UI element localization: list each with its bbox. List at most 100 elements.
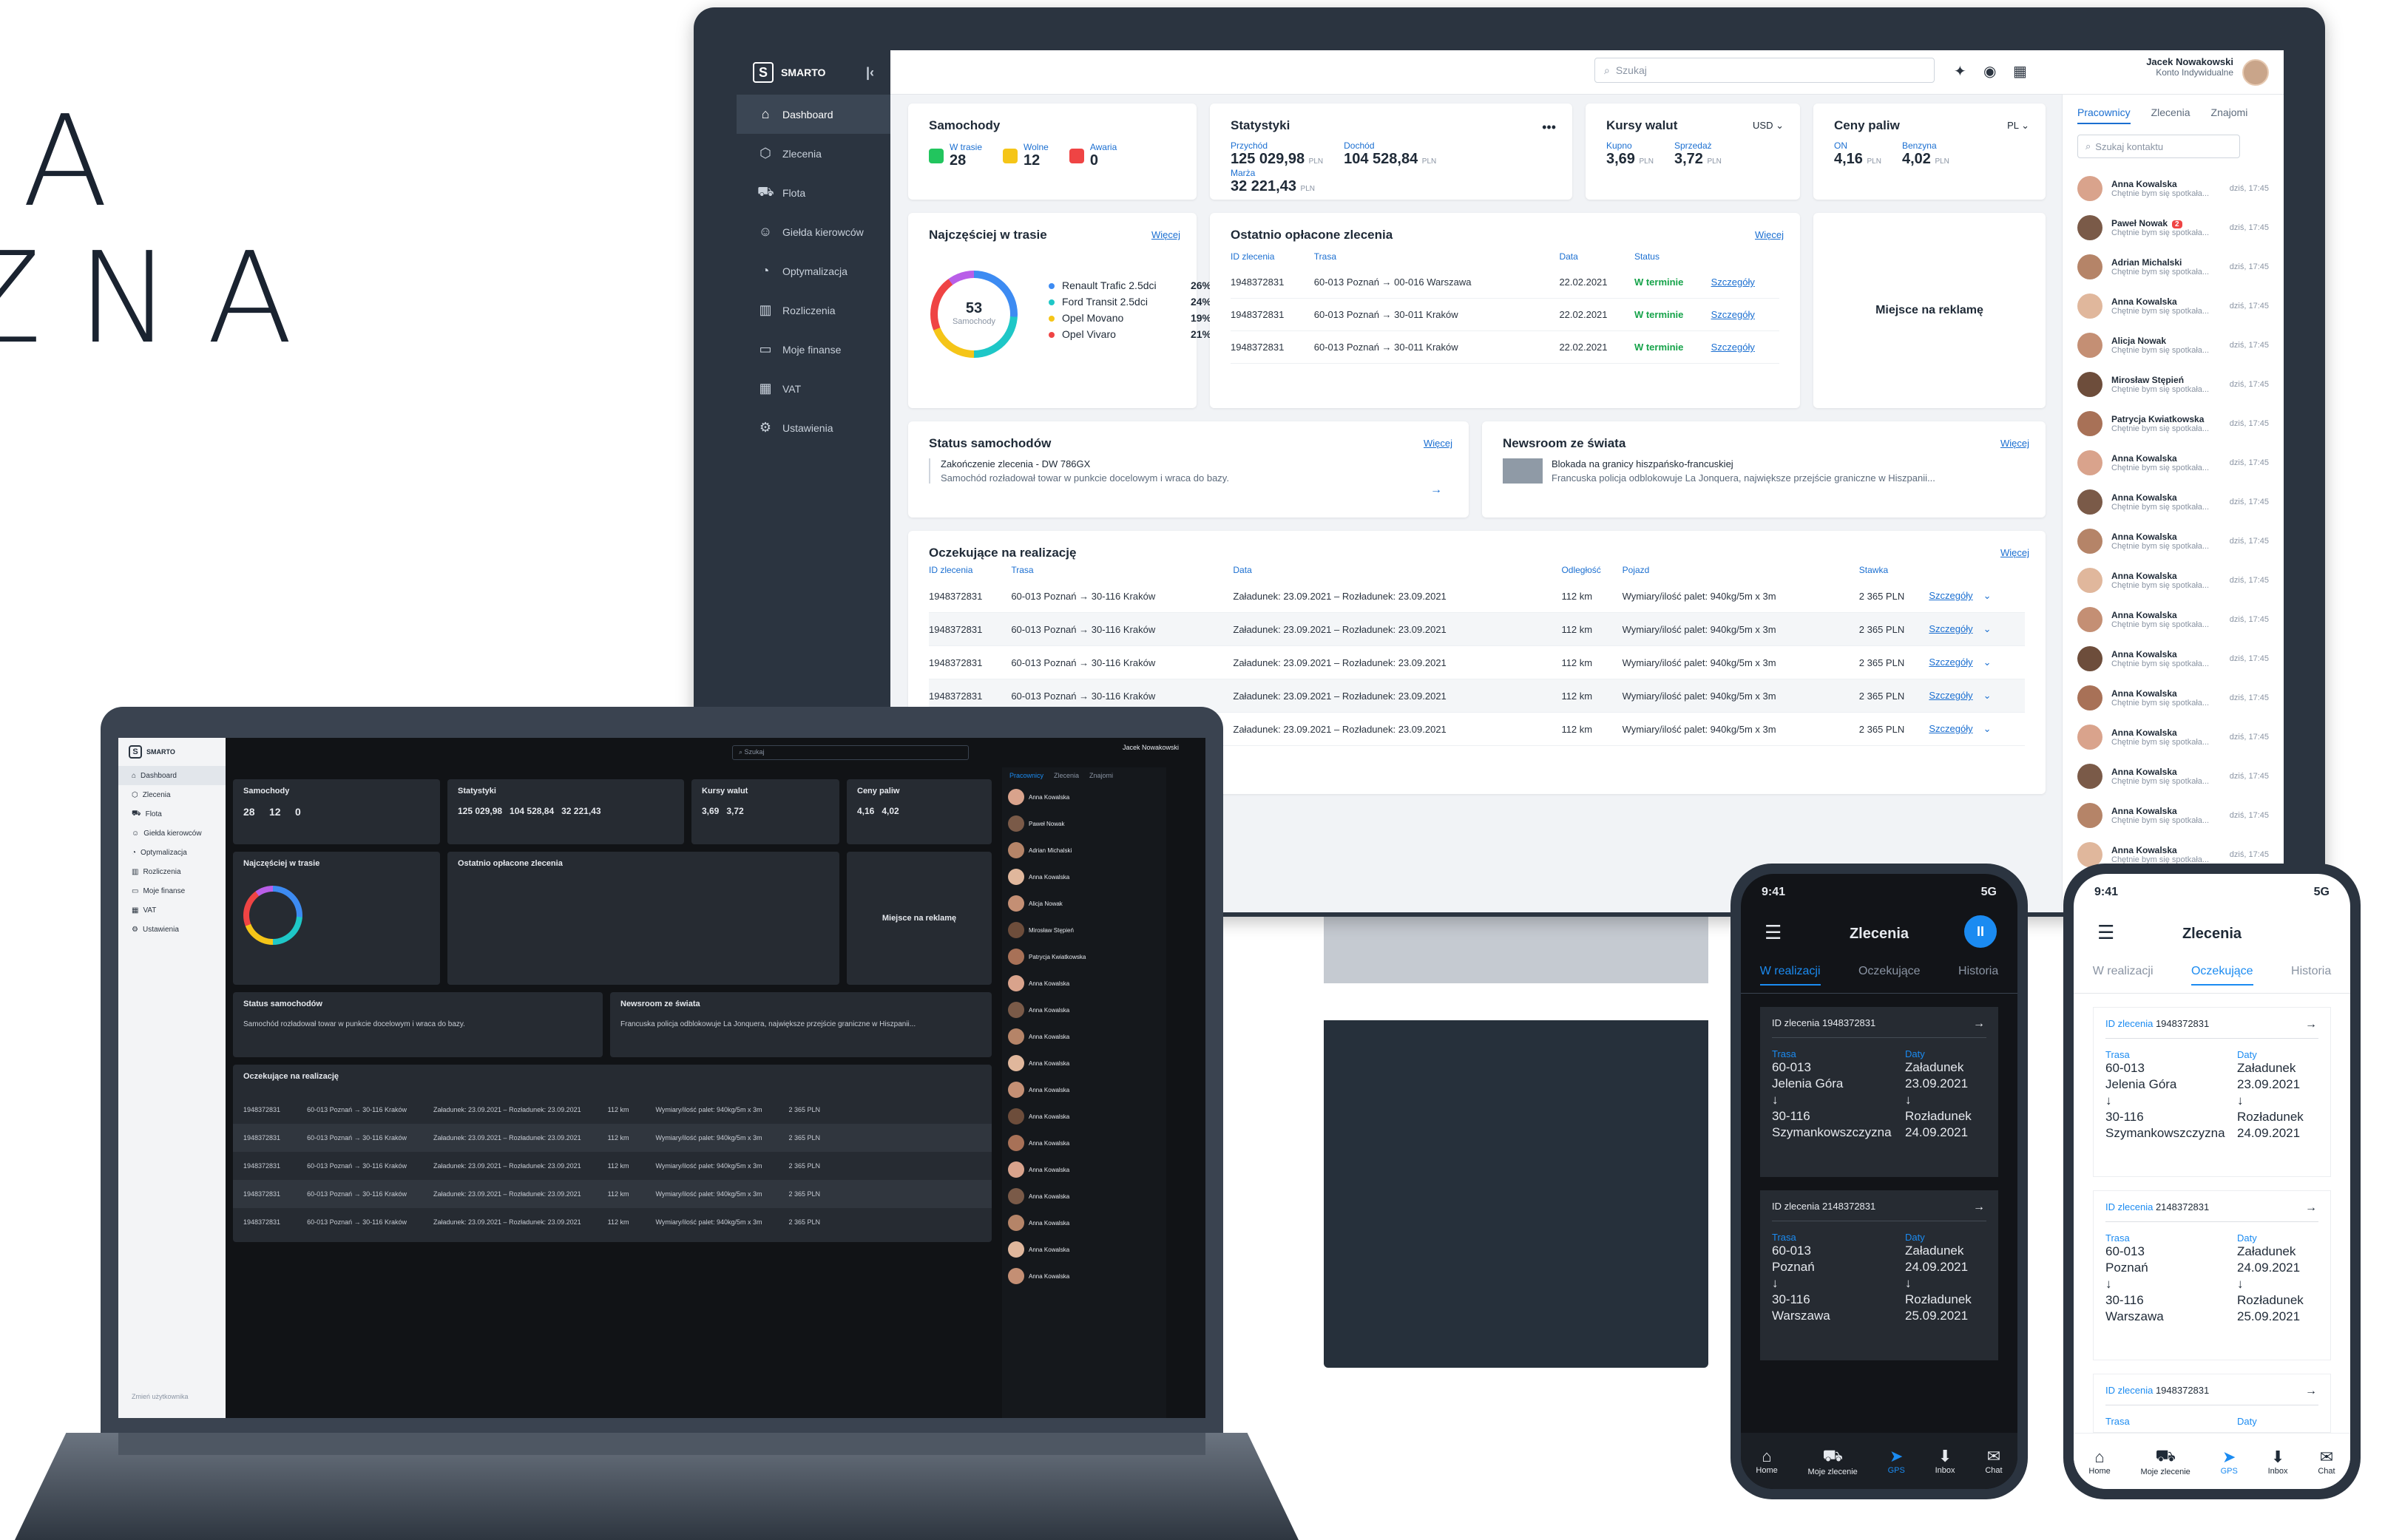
list-item[interactable]: Anna KowalskaChętnie bym się spotkała...… [2063, 482, 2284, 521]
chevron-down-icon[interactable]: ⌄ [1983, 657, 1992, 668]
list-item[interactable]: Anna KowalskaChętnie bym się spotkała...… [2063, 443, 2284, 482]
list-item[interactable]: Anna KowalskaChętnie bym się spotkała...… [2063, 639, 2284, 678]
laptop-ad[interactable]: Miejsce na reklamę [847, 852, 992, 985]
list-item[interactable]: Anna Kowalska [1002, 970, 1166, 997]
list-item[interactable]: Anna Kowalska [1002, 1236, 1166, 1263]
list-item[interactable]: Alicja Nowak [1002, 890, 1166, 917]
nav-home[interactable]: ⌂ Home [2088, 1448, 2110, 1476]
country-select[interactable]: PL ⌄ [2007, 120, 2029, 132]
order-card[interactable]: ID zlecenia 1948372831 → Trasa 60-013 Jeleni… [1760, 1007, 1998, 1177]
nav-home[interactable]: ⌂ Home [1756, 1447, 1777, 1475]
arrow-right-icon[interactable]: → [2305, 1385, 2317, 1398]
tab-1[interactable]: Oczekujące [2190, 965, 2253, 986]
list-item[interactable]: Patrycja Kwiatkowska Chętnie bym się spot… [2063, 404, 2284, 443]
tab-2[interactable]: Historia [2291, 965, 2331, 986]
nav-moje-zlecenie[interactable]: ⛟ Moje zlecenie [2141, 1446, 2190, 1476]
contact-search-input[interactable]: ⌕ Szukaj kontaktu [2077, 135, 2240, 158]
arrow-right-icon[interactable]: → [1973, 1201, 1985, 1214]
nav-chat[interactable]: ✉ Chat [1985, 1447, 2002, 1475]
ad-slot[interactable]: Miejsce na reklamę [1813, 213, 2046, 408]
sidebar-item-dashboard[interactable]: ⌂ Dashboard [737, 95, 890, 134]
list-item[interactable]: Anna Kowalska [1002, 1263, 1166, 1289]
details-link[interactable]: Szczegóły [1711, 277, 1755, 288]
details-link[interactable]: Szczegóły [1929, 623, 1972, 634]
list-item[interactable]: Anna Kowalska [1002, 864, 1166, 890]
car-status-more-link[interactable]: Więcej [1424, 438, 1452, 449]
details-link[interactable]: Szczegóły [1711, 342, 1755, 353]
list-item[interactable]: Adrian Michalski [1002, 837, 1166, 864]
chevron-down-icon[interactable]: ⌄ [1983, 590, 1992, 601]
sidebar-item-giełda-kierowców[interactable]: ☺ Giełda kierowców [737, 212, 890, 251]
sidebar-item-zlecenia[interactable]: ⬡ Zlecenia [737, 134, 890, 173]
currency-select[interactable]: USD ⌄ [1753, 120, 1784, 132]
sidebar-item-vat[interactable]: ▦ VAT [737, 369, 890, 408]
list-item[interactable]: Anna Kowalska [1002, 1023, 1166, 1050]
tab-pracownicy[interactable]: Pracownicy [1009, 772, 1043, 779]
sidebar-item-flota[interactable]: ⛟ Flota [737, 173, 890, 212]
list-item[interactable]: Paweł Nowak 2 Chętnie bym się spotkała... d… [2063, 208, 2284, 247]
calendar-icon[interactable]: ▦ [2013, 62, 2027, 81]
list-item[interactable]: Anna Kowalska [1002, 784, 1166, 810]
list-item[interactable]: Anna Kowalska [1002, 1210, 1166, 1236]
tab-znajomi[interactable]: Znajomi [2211, 106, 2248, 124]
paid-more-link[interactable]: Więcej [1755, 229, 1784, 240]
pending-more-link[interactable]: Więcej [2000, 547, 2029, 558]
tab-2[interactable]: Historia [1958, 965, 1998, 986]
nav-chat[interactable]: ✉ Chat [2318, 1448, 2335, 1476]
list-item[interactable]: Anna Kowalska [1002, 997, 1166, 1023]
laptop-nav-item[interactable]: ▥ Rozliczenia [118, 862, 226, 881]
details-link[interactable]: Szczegóły [1711, 309, 1755, 320]
laptop-nav-item[interactable]: ⛟ Flota [118, 804, 226, 824]
list-item[interactable]: Anna KowalskaChętnie bym się spotkała...… [2063, 560, 2284, 600]
list-item[interactable]: Anna KowalskaChętnie bym się spotkała...… [2063, 717, 2284, 756]
chevron-down-icon[interactable]: ⌄ [1983, 623, 1992, 634]
nav-inbox[interactable]: ⬇ Inbox [2268, 1448, 2288, 1476]
order-card[interactable]: ID zlecenia 1948372831 → Trasa Daty [2093, 1374, 2331, 1433]
arrow-right-icon[interactable]: → [1430, 484, 1442, 497]
nav-moje-zlecenie[interactable]: ⛟ Moje zlecenie [1808, 1446, 1858, 1476]
nav-inbox[interactable]: ⬇ Inbox [1935, 1447, 1955, 1475]
tab-pracownicy[interactable]: Pracownicy [2077, 106, 2131, 124]
list-item[interactable]: Anna Kowalska [1002, 1156, 1166, 1183]
list-item[interactable]: Mirosław Stępień [1002, 917, 1166, 943]
collapse-sidebar-icon[interactable]: |‹ [866, 65, 874, 81]
list-item[interactable]: Alicja Nowak Chętnie bym się spotkała... d… [2063, 325, 2284, 364]
details-link[interactable]: Szczegóły [1929, 590, 1972, 601]
list-item[interactable]: Anna KowalskaChętnie bym się spotkała...… [2063, 600, 2284, 639]
details-link[interactable]: Szczegóły [1929, 657, 1972, 668]
list-item[interactable]: Anna KowalskaChętnie bym się spotkała...… [2063, 796, 2284, 835]
user-menu[interactable]: Jacek Nowakowski Konto Indywidualne [2146, 56, 2233, 78]
laptop-nav-item[interactable]: ⬡ Zlecenia [118, 785, 226, 804]
laptop-nav-item[interactable]: ⌂ Dashboard [118, 766, 226, 785]
arrow-right-icon[interactable]: → [2305, 1201, 2317, 1215]
details-link[interactable]: Szczegóły [1929, 723, 1972, 734]
rocket-icon[interactable]: ✦ [1954, 62, 1966, 81]
tab-0[interactable]: W realizacji [1759, 965, 1821, 986]
nav-gps[interactable]: ➤ GPS [2221, 1448, 2238, 1476]
arrow-right-icon[interactable]: → [1973, 1017, 1985, 1031]
search-input[interactable]: ⌕ Szukaj [1594, 58, 1935, 83]
news-more-link[interactable]: Więcej [2000, 438, 2029, 449]
laptop-nav-item[interactable]: ◔ Optymalizacja [118, 843, 226, 862]
list-item[interactable]: Mirosław Stępień Chętnie bym się spotkała… [2063, 364, 2284, 404]
list-item[interactable]: Anna KowalskaChętnie bym się spotkała...… [2063, 521, 2284, 560]
details-link[interactable]: Szczegóły [1929, 690, 1972, 701]
sidebar-item-rozliczenia[interactable]: ▥ Rozliczenia [737, 291, 890, 330]
order-card[interactable]: ID zlecenia 2148372831 → Trasa 60-013 Poznań… [1760, 1190, 1998, 1360]
tab-zlecenia[interactable]: Zlecenia [2151, 106, 2190, 124]
chevron-down-icon[interactable]: ⌄ [1983, 723, 1992, 734]
order-card[interactable]: ID zlecenia 1948372831 → Trasa 60-013 Jeleni… [2093, 1007, 2331, 1177]
pause-button[interactable]: II [1964, 915, 1997, 948]
list-item[interactable]: Anna KowalskaChętnie bym się spotkała...… [2063, 678, 2284, 717]
list-item[interactable]: Paweł Nowak [1002, 810, 1166, 837]
laptop-nav-item[interactable]: ☺ Giełda kierowców [118, 824, 226, 843]
laptop-nav-item[interactable]: ⚙ Ustawienia [118, 920, 226, 939]
notifications-icon[interactable]: ◉ [1983, 62, 1996, 81]
sidebar-item-optymalizacja[interactable]: ◔ Optymalizacja [737, 251, 890, 291]
list-item[interactable]: Patrycja Kwiatkowska [1002, 943, 1166, 970]
switch-user-link[interactable]: Zmień użytkownika [132, 1393, 189, 1400]
list-item[interactable]: Anna KowalskaChętnie bym się spotkała...… [2063, 286, 2284, 325]
list-item[interactable]: Anna KowalskaChętnie bym się spotkała...… [2063, 169, 2284, 208]
list-item[interactable]: Anna Kowalska [1002, 1103, 1166, 1130]
tab-1[interactable]: Oczekujące [1858, 965, 1921, 986]
